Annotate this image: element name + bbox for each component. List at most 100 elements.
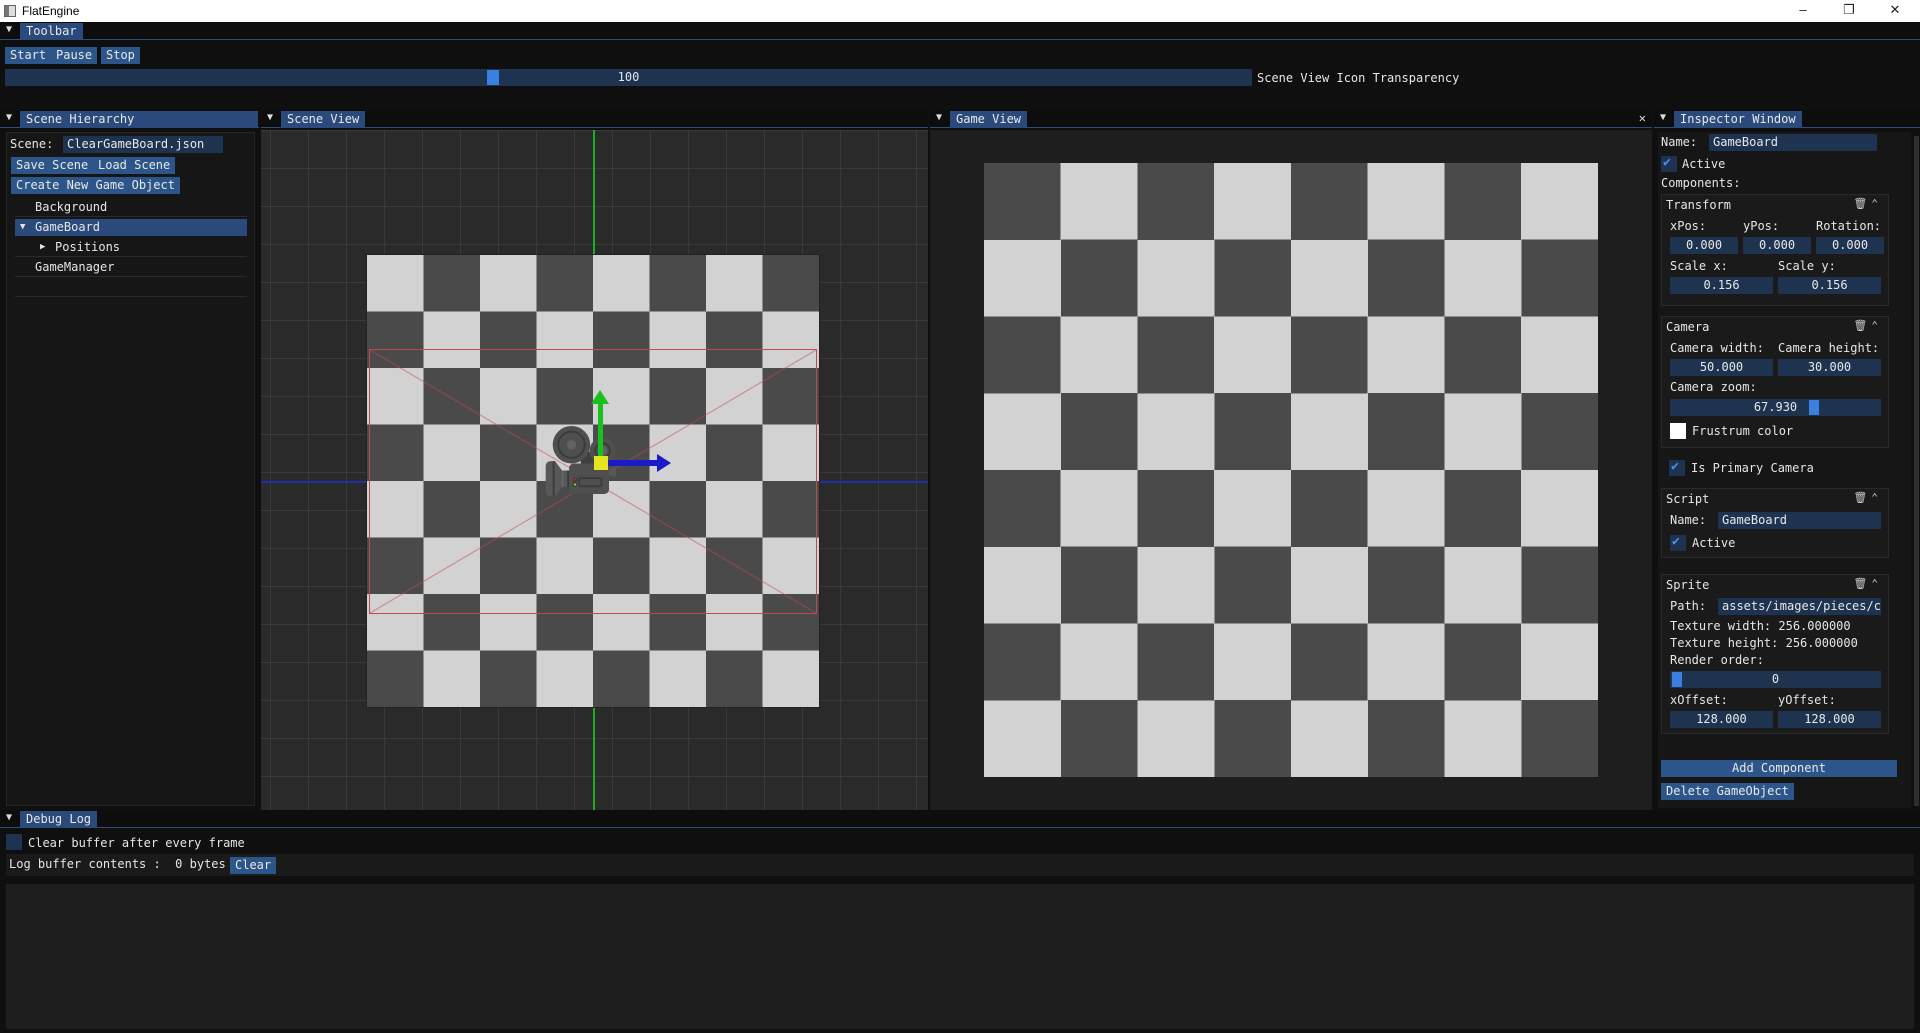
delete-collapse-icons[interactable]: 🗑⌃ — [1853, 577, 1882, 590]
log-output-area[interactable] — [6, 884, 1914, 1029]
tab-scene-hierarchy[interactable]: Scene Hierarchy — [20, 111, 258, 128]
script-component: Script 🗑⌃ Name: GameBoard Active — [1661, 488, 1889, 558]
camera-width-label: Camera width: — [1670, 341, 1764, 355]
clear-log-button[interactable]: Clear — [230, 857, 277, 874]
object-name-field[interactable]: GameBoard — [1709, 134, 1877, 151]
frustum-color-label: Frustrum color — [1692, 424, 1794, 438]
collapse-arrow-icon[interactable]: ▼ — [936, 112, 942, 123]
y-gizmo-arrow-icon[interactable] — [591, 390, 609, 404]
create-game-object-button[interactable]: Create New Game Object — [11, 177, 180, 194]
tree-item-positions[interactable]: ▶ Positions — [35, 239, 247, 256]
sprite-path-label: Path: — [1670, 599, 1707, 613]
scene-view-header: ▼ Scene View — [261, 110, 928, 128]
tree-item-background[interactable]: Background — [15, 199, 247, 216]
collapsed-arrow-icon[interactable]: ▶ — [40, 239, 45, 256]
camera-zoom-slider[interactable]: 67.930 — [1670, 399, 1881, 416]
camera-zoom-value: 67.930 — [1753, 400, 1798, 414]
icon-transparency-slider[interactable]: 100 — [5, 69, 1252, 86]
expanded-arrow-icon[interactable]: ▼ — [20, 219, 25, 236]
close-icon[interactable]: ✕ — [1872, 0, 1918, 22]
active-checkbox[interactable] — [1661, 155, 1677, 172]
close-icon[interactable]: ✕ — [1639, 111, 1646, 125]
camera-height-label: Camera height: — [1778, 341, 1880, 355]
slider-value: 100 — [617, 70, 640, 84]
inspector-header: ▼ Inspector Window — [1654, 110, 1920, 128]
restore-icon[interactable]: ❐ — [1826, 0, 1872, 22]
collapse-arrow-icon[interactable]: ▼ — [6, 812, 12, 823]
inspector-panel: ▼ Inspector Window Name: GameBoard Activ… — [1654, 110, 1920, 810]
collapse-arrow-icon[interactable]: ▼ — [267, 112, 273, 123]
ypos-field[interactable]: 0.000 — [1743, 237, 1811, 254]
camera-height-field[interactable]: 30.000 — [1778, 359, 1881, 376]
collapse-arrow-icon[interactable]: ▼ — [6, 112, 12, 123]
script-name-field[interactable]: GameBoard — [1718, 512, 1881, 529]
render-order-value: 0 — [1771, 672, 1780, 686]
component-title: Transform — [1666, 198, 1732, 212]
tab-scene-view[interactable]: Scene View — [281, 111, 366, 128]
xy-gizmo-handle[interactable] — [594, 456, 608, 470]
tab-inspector-window[interactable]: Inspector Window — [1674, 111, 1802, 128]
rotation-field[interactable]: 0.000 — [1816, 237, 1884, 254]
slider-grab[interactable] — [1809, 400, 1819, 415]
game-view-panel: ▼ Game View ✕ — [930, 110, 1652, 810]
components-label: Components: — [1661, 176, 1741, 190]
delete-collapse-icons[interactable]: 🗑⌃ — [1853, 319, 1882, 332]
stop-button[interactable]: Stop — [101, 47, 140, 64]
hierarchy-header: ▼ Scene Hierarchy — [0, 110, 259, 128]
sprite-path-field[interactable]: assets/images/pieces/ch — [1718, 598, 1881, 615]
script-active-checkbox[interactable] — [1670, 534, 1686, 551]
pause-button[interactable]: Pause — [51, 47, 98, 64]
scaley-field[interactable]: 0.156 — [1778, 277, 1881, 294]
xoffset-field[interactable]: 128.000 — [1670, 711, 1773, 728]
game-view-header: ▼ Game View ✕ — [930, 110, 1652, 128]
x-gizmo-arrow-icon[interactable] — [657, 454, 671, 472]
camera-width-field[interactable]: 50.000 — [1670, 359, 1773, 376]
debug-log-header: ▼ Debug Log — [0, 810, 1920, 828]
scalex-field[interactable]: 0.156 — [1670, 277, 1773, 294]
render-order-slider[interactable]: 0 — [1670, 671, 1881, 688]
delete-gameobject-button[interactable]: Delete GameObject — [1661, 783, 1794, 800]
camera-zoom-label: Camera zoom: — [1670, 380, 1757, 394]
minimize-icon[interactable]: – — [1780, 0, 1826, 22]
tab-game-view[interactable]: Game View — [950, 111, 1028, 128]
scalex-label: Scale x: — [1670, 259, 1728, 273]
start-button[interactable]: Start — [5, 47, 52, 64]
tree-divider — [15, 216, 247, 217]
tree-divider — [15, 256, 247, 257]
save-scene-button[interactable]: Save Scene — [11, 157, 94, 174]
inspector-scrollbar[interactable] — [1914, 136, 1919, 806]
y-gizmo-shaft — [598, 400, 603, 462]
xoffset-label: xOffset: — [1670, 693, 1728, 707]
tree-divider — [15, 296, 247, 297]
tab-toolbar[interactable]: Toolbar — [20, 23, 83, 40]
clear-buffer-checkbox[interactable] — [6, 834, 22, 850]
load-scene-button[interactable]: Load Scene — [93, 157, 176, 174]
component-title: Camera — [1666, 320, 1710, 334]
app-icon — [4, 5, 16, 17]
rotation-label: Rotation: — [1816, 219, 1882, 233]
delete-collapse-icons[interactable]: 🗑⌃ — [1853, 197, 1882, 210]
primary-camera-checkbox[interactable] — [1669, 459, 1685, 476]
collapse-arrow-icon[interactable]: ▼ — [1660, 112, 1666, 123]
game-viewport[interactable] — [930, 130, 1652, 810]
delete-collapse-icons[interactable]: 🗑⌃ — [1853, 491, 1882, 504]
scene-file-field[interactable]: ClearGameBoard.json — [63, 136, 223, 153]
tab-debug-log[interactable]: Debug Log — [20, 811, 98, 828]
tree-item-label: Positions — [55, 240, 121, 254]
scene-viewport[interactable]: 🎥 — [261, 130, 928, 810]
collapse-arrow-icon[interactable]: ▼ — [6, 24, 12, 35]
primary-camera-label: Is Primary Camera — [1691, 461, 1814, 475]
texture-width-label: Texture width: 256.000000 — [1670, 619, 1851, 633]
log-buffer-text: Log buffer contents : 0 bytes — [9, 857, 226, 871]
sprite-component: Sprite 🗑⌃ Path: assets/images/pieces/ch … — [1661, 574, 1889, 734]
xpos-label: xPos: — [1670, 219, 1707, 233]
slider-label: Scene View Icon Transparency — [1257, 71, 1460, 85]
frustum-color-swatch[interactable] — [1670, 423, 1686, 439]
tree-item-gamemanager[interactable]: GameManager — [15, 259, 247, 276]
clear-buffer-label: Clear buffer after every frame — [28, 836, 245, 850]
yoffset-field[interactable]: 128.000 — [1778, 711, 1881, 728]
tree-item-gameboard[interactable]: ▼ GameBoard — [15, 219, 247, 236]
add-component-button[interactable]: Add Component — [1661, 760, 1897, 777]
tree-item-label: GameManager — [35, 260, 115, 274]
xpos-field[interactable]: 0.000 — [1670, 237, 1738, 254]
